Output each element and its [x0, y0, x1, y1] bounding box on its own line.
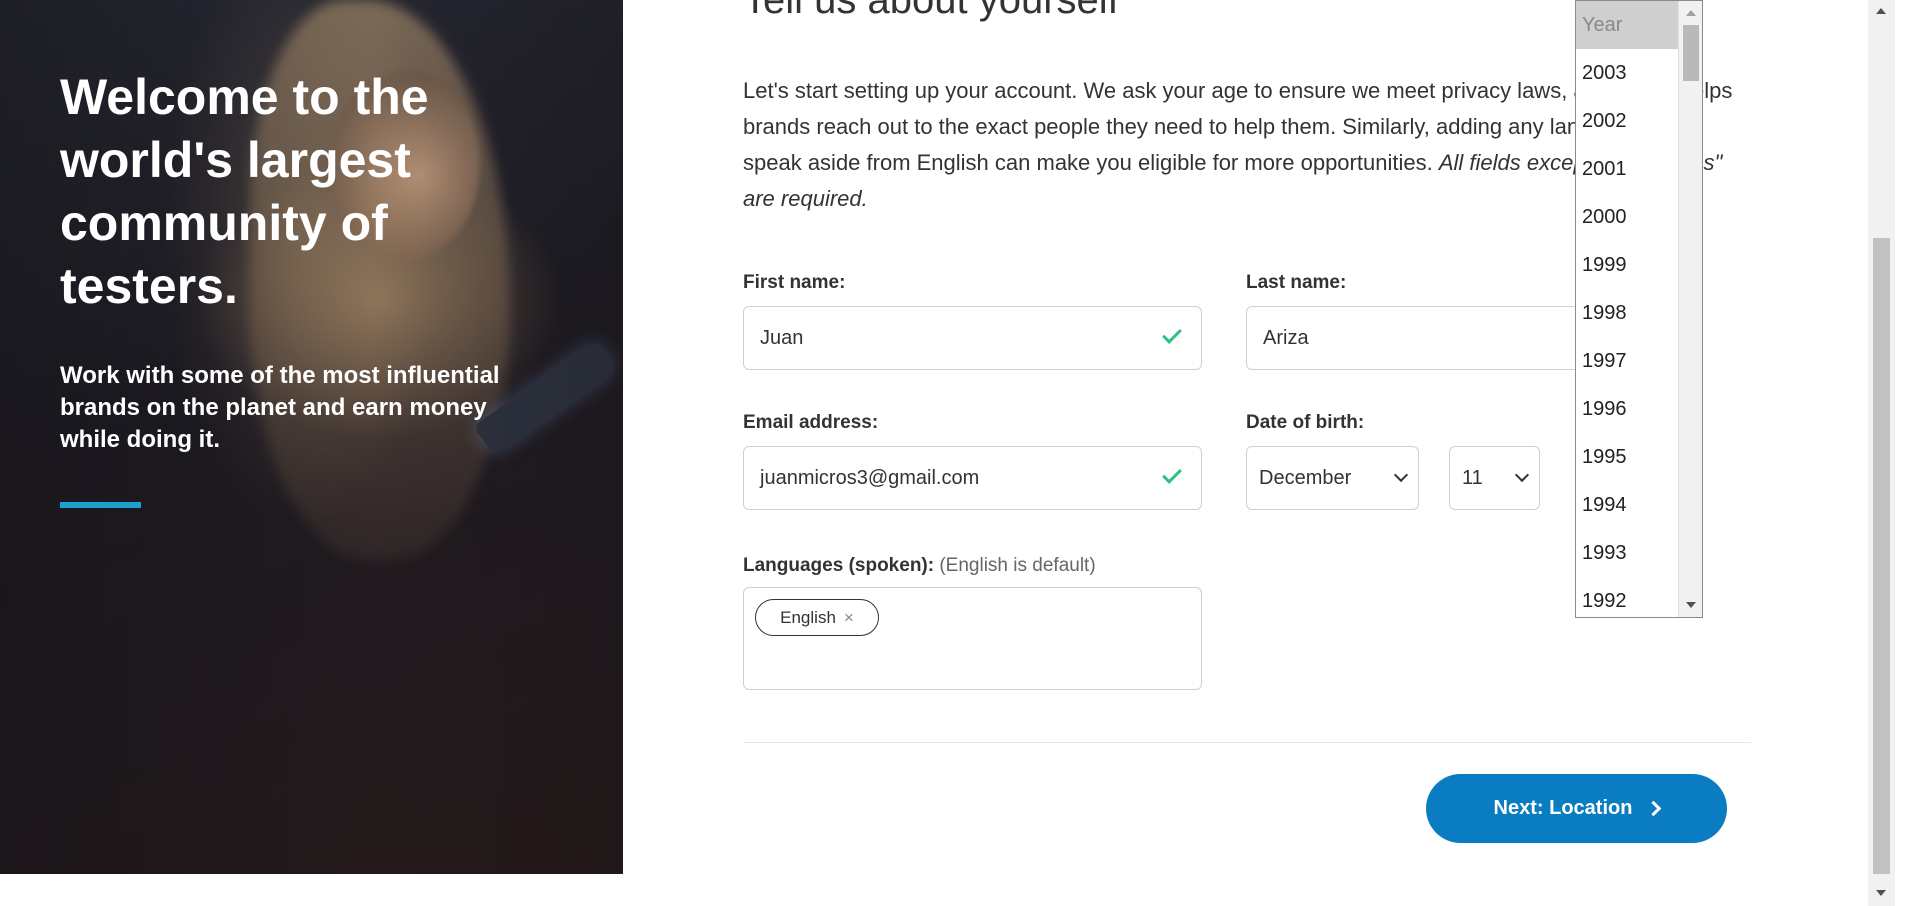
first-name-field[interactable]: Juan: [743, 306, 1202, 370]
languages-input[interactable]: English ×: [743, 587, 1202, 690]
dob-label: Date of birth:: [1246, 412, 1365, 433]
email-field[interactable]: juanmicros3@gmail.com: [743, 446, 1202, 510]
dob-month-select[interactable]: December: [1246, 446, 1419, 510]
year-option[interactable]: 2001: [1576, 145, 1678, 193]
last-name-value: Ariza: [1263, 326, 1309, 349]
dropdown-scroll-thumb[interactable]: [1683, 25, 1699, 81]
languages-label: Languages (spoken): (English is default): [743, 555, 1096, 577]
check-icon: [1162, 464, 1182, 484]
year-option[interactable]: 1999: [1576, 241, 1678, 289]
year-option[interactable]: 1994: [1576, 481, 1678, 529]
next-location-button[interactable]: Next: Location: [1426, 774, 1727, 843]
chevron-right-icon: [1646, 800, 1662, 817]
hero-accent-line: [60, 502, 141, 508]
page-scroll-thumb[interactable]: [1873, 238, 1890, 874]
scroll-down-icon[interactable]: [1876, 890, 1886, 896]
next-button-label: Next: Location: [1493, 797, 1633, 819]
languages-hint: (English is default): [939, 555, 1096, 576]
language-chip-label: English: [780, 607, 836, 627]
email-value: juanmicros3@gmail.com: [760, 466, 980, 489]
chevron-down-icon: [1514, 467, 1530, 483]
year-option[interactable]: 1993: [1576, 529, 1678, 577]
scroll-down-icon[interactable]: [1686, 602, 1696, 608]
year-option[interactable]: 2000: [1576, 193, 1678, 241]
year-option[interactable]: 2003: [1576, 49, 1678, 97]
first-name-value: Juan: [760, 326, 804, 349]
year-option[interactable]: 1998: [1576, 289, 1678, 337]
year-option[interactable]: 1992: [1576, 577, 1678, 617]
year-option[interactable]: 1995: [1576, 433, 1678, 481]
scroll-up-icon[interactable]: [1876, 8, 1886, 14]
year-option[interactable]: Year: [1576, 1, 1678, 49]
languages-label-text: Languages (spoken):: [743, 555, 935, 576]
language-chip[interactable]: English ×: [755, 599, 879, 636]
year-option[interactable]: 1996: [1576, 385, 1678, 433]
dob-day-select[interactable]: 11: [1449, 446, 1540, 510]
dob-day-value: 11: [1462, 466, 1483, 489]
year-option[interactable]: 2002: [1576, 97, 1678, 145]
year-option[interactable]: 1997: [1576, 337, 1678, 385]
dob-month-value: December: [1259, 466, 1352, 489]
year-dropdown-list[interactable]: Year 2003 2002 2001 2000 1999 1998 1997 …: [1575, 0, 1703, 618]
check-icon: [1162, 324, 1182, 344]
page-title: Tell us about yourself: [743, 0, 1119, 22]
close-icon[interactable]: ×: [844, 608, 854, 628]
divider: [743, 742, 1751, 743]
first-name-label: First name:: [743, 272, 846, 293]
email-label: Email address:: [743, 412, 879, 433]
chevron-down-icon: [1393, 467, 1409, 483]
scroll-up-icon[interactable]: [1686, 10, 1696, 16]
hero-panel: Welcome to the world's largest community…: [0, 0, 623, 874]
page-scrollbar[interactable]: [1868, 0, 1895, 906]
hero-subheadline: Work with some of the most influential b…: [60, 362, 500, 453]
dropdown-scrollbar[interactable]: [1678, 1, 1702, 617]
hero-headline: Welcome to the world's largest community…: [60, 69, 429, 314]
last-name-label: Last name:: [1246, 272, 1347, 293]
